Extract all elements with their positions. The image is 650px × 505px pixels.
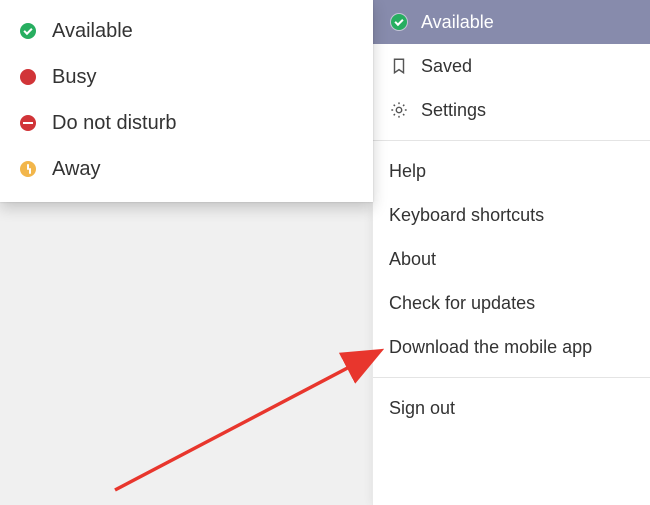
status-label: Available bbox=[421, 12, 634, 33]
settings-menu-item[interactable]: Settings bbox=[373, 88, 650, 132]
help-menu-item[interactable]: Help bbox=[373, 149, 650, 193]
do-not-disturb-icon bbox=[20, 115, 36, 131]
busy-icon bbox=[20, 69, 36, 85]
status-row[interactable]: Available bbox=[373, 0, 650, 44]
check-updates-menu-item[interactable]: Check for updates bbox=[373, 281, 650, 325]
settings-menu: Available Saved Settings Help Keyboard s… bbox=[372, 0, 650, 505]
download-app-menu-item[interactable]: Download the mobile app bbox=[373, 325, 650, 369]
menu-divider bbox=[373, 377, 650, 378]
status-option-label: Busy bbox=[52, 66, 96, 89]
status-option-available[interactable]: Available bbox=[0, 8, 373, 54]
available-icon bbox=[389, 12, 409, 32]
away-icon bbox=[20, 161, 36, 177]
status-submenu: Available Busy Do not disturb Away bbox=[0, 0, 373, 202]
saved-menu-item[interactable]: Saved bbox=[373, 44, 650, 88]
bookmark-icon bbox=[389, 56, 409, 76]
status-option-dnd[interactable]: Do not disturb bbox=[0, 100, 373, 146]
gear-icon bbox=[389, 100, 409, 120]
menu-divider bbox=[373, 140, 650, 141]
updates-label: Check for updates bbox=[389, 293, 634, 314]
keyboard-label: Keyboard shortcuts bbox=[389, 205, 634, 226]
status-option-label: Do not disturb bbox=[52, 112, 177, 135]
signout-label: Sign out bbox=[389, 398, 634, 419]
status-option-away[interactable]: Away bbox=[0, 146, 373, 192]
status-option-busy[interactable]: Busy bbox=[0, 54, 373, 100]
sign-out-menu-item[interactable]: Sign out bbox=[373, 386, 650, 430]
status-option-label: Available bbox=[52, 20, 133, 43]
about-label: About bbox=[389, 249, 634, 270]
status-option-label: Away bbox=[52, 158, 101, 181]
about-menu-item[interactable]: About bbox=[373, 237, 650, 281]
available-icon bbox=[20, 23, 36, 39]
settings-label: Settings bbox=[421, 100, 634, 121]
help-label: Help bbox=[389, 161, 634, 182]
download-label: Download the mobile app bbox=[389, 337, 634, 358]
keyboard-shortcuts-menu-item[interactable]: Keyboard shortcuts bbox=[373, 193, 650, 237]
saved-label: Saved bbox=[421, 56, 634, 77]
